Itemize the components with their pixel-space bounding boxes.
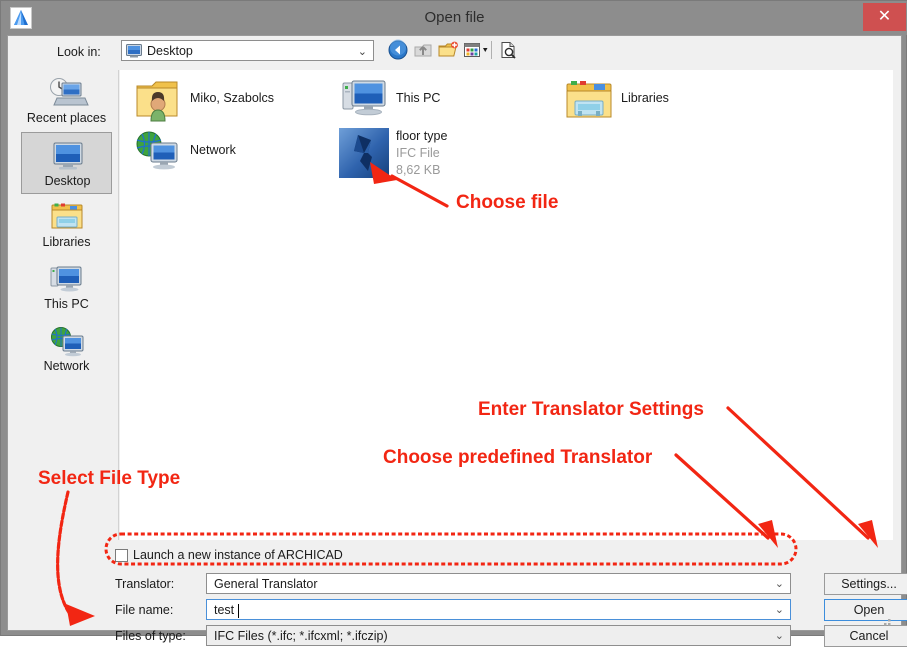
- translator-label: Translator:: [115, 577, 175, 591]
- list-item-label: This PC: [396, 91, 441, 105]
- ifc-file-icon: [338, 127, 390, 179]
- sidebar-item-libraries[interactable]: Libraries: [21, 194, 112, 256]
- filetype-label: Files of type:: [115, 629, 186, 643]
- dialog-form: Launch a new instance of ARCHICAD Transl…: [16, 542, 907, 647]
- sidebar-item-recent-places[interactable]: Recent places: [21, 70, 112, 132]
- list-item[interactable]: This PC: [338, 75, 553, 127]
- list-item-type: IFC File: [396, 146, 440, 160]
- close-icon[interactable]: ✕: [863, 3, 906, 31]
- up-one-level-icon[interactable]: [412, 39, 434, 61]
- sidebar-item-desktop[interactable]: Desktop: [21, 132, 112, 194]
- resize-grip[interactable]: [881, 617, 893, 629]
- list-item-label: Miko, Szabolcs: [190, 91, 275, 105]
- sidebar-item-network[interactable]: Network: [21, 318, 112, 380]
- chevron-down-icon: ⌄: [774, 578, 784, 590]
- translator-value: General Translator: [214, 577, 318, 591]
- network-icon: [21, 322, 112, 358]
- filename-label: File name:: [115, 603, 174, 617]
- list-item[interactable]: Network: [132, 127, 347, 179]
- filename-value: test: [214, 603, 235, 617]
- list-item[interactable]: Libraries: [563, 75, 778, 127]
- dialog-client-area: Look in: Desktop ⌄ Recent places Desktop…: [7, 35, 907, 647]
- new-folder-icon[interactable]: [437, 39, 459, 61]
- list-item[interactable]: floor type IFC File 8,62 KB: [338, 127, 553, 179]
- list-item-label: Libraries: [621, 91, 669, 105]
- desktop-monitor-icon: [126, 44, 142, 61]
- places-sidebar: Recent places Desktop Libraries This PC …: [16, 70, 117, 540]
- sidebar-divider: [118, 70, 119, 540]
- list-item-label: floor type: [396, 129, 448, 143]
- chevron-down-icon: ⌄: [357, 46, 367, 58]
- lookin-label: Look in:: [57, 45, 101, 59]
- open-button[interactable]: Open: [824, 599, 907, 621]
- cancel-button[interactable]: Cancel: [824, 625, 907, 647]
- text-caret: [238, 604, 239, 618]
- settings-button[interactable]: Settings...: [824, 573, 907, 595]
- sidebar-item-label: Network: [43, 359, 90, 373]
- lookin-value: Desktop: [147, 44, 193, 58]
- filetype-value: IFC Files (*.ifc; *.ifcxml; *.ifczip): [214, 629, 388, 643]
- checkbox-label: Launch a new instance of ARCHICAD: [133, 548, 343, 562]
- toolbar-divider: [491, 41, 492, 59]
- chevron-down-icon: ⌄: [774, 604, 784, 616]
- sidebar-item-this-pc[interactable]: This PC: [21, 256, 112, 318]
- libraries-icon: [563, 75, 615, 127]
- lookin-toolbar: Look in: Desktop ⌄: [8, 36, 901, 68]
- network-icon: [132, 127, 184, 179]
- open-file-dialog-window: Open file ✕ Look in: Desktop ⌄ Recent pl…: [0, 0, 907, 647]
- sidebar-item-label: Recent places: [26, 111, 107, 125]
- file-list[interactable]: Miko, Szabolcs Network This PC floor typ…: [120, 70, 893, 540]
- back-navigation-icon[interactable]: [387, 39, 409, 61]
- libraries-icon: [21, 198, 112, 234]
- page-title: Open file: [424, 9, 485, 26]
- list-item[interactable]: Miko, Szabolcs: [132, 75, 347, 127]
- this-pc-icon: [338, 75, 390, 127]
- checkbox-box[interactable]: [115, 549, 128, 562]
- sidebar-item-label: Libraries: [42, 235, 91, 249]
- user-folder-icon: [132, 75, 184, 127]
- lookin-combobox[interactable]: Desktop ⌄: [121, 40, 374, 61]
- sidebar-item-label: This PC: [44, 297, 89, 311]
- filename-input[interactable]: test ⌄: [206, 599, 791, 620]
- list-item-size: 8,62 KB: [396, 163, 441, 177]
- sidebar-item-label: Desktop: [44, 174, 91, 188]
- preview-icon[interactable]: [497, 39, 519, 61]
- title-bar: Open file ✕: [1, 1, 907, 35]
- translator-combobox[interactable]: General Translator ⌄: [206, 573, 791, 594]
- views-dropdown-icon[interactable]: [462, 39, 492, 61]
- desktop-icon: [22, 137, 113, 173]
- this-pc-icon: [21, 260, 112, 296]
- recent-places-icon: [21, 74, 112, 110]
- list-item-label: Network: [190, 143, 236, 157]
